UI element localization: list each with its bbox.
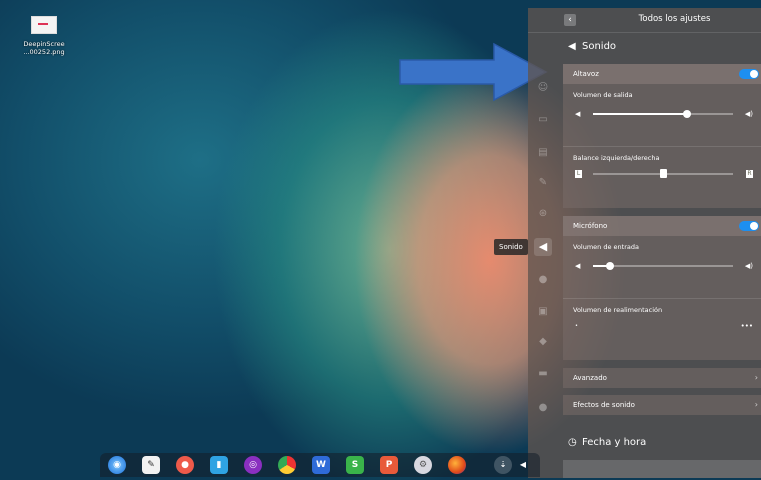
- datetime-card: [563, 460, 761, 478]
- mic-low-icon: ◀: [575, 262, 581, 270]
- sound-icon[interactable]: ◀: [534, 238, 552, 256]
- output-volume-knob[interactable]: [682, 110, 691, 118]
- dock: ◉ ✎ ● ▮ ◎ W S P ⚙ ⇣ ◀: [100, 453, 540, 477]
- wps-spreadsheet-icon[interactable]: S: [346, 456, 364, 474]
- section-title-sound: ◀ Sonido: [568, 41, 616, 52]
- user-icon[interactable]: ☺: [537, 82, 549, 94]
- launcher-icon[interactable]: ◉: [108, 456, 126, 474]
- output-volume-fill: [593, 113, 687, 115]
- input-volume-label: Volumen de entrada: [573, 243, 639, 251]
- section-title-datetime: ◷ Fecha y hora: [568, 437, 646, 448]
- music-icon[interactable]: ◎: [244, 456, 262, 474]
- balance-knob[interactable]: [660, 169, 667, 178]
- divider: [563, 146, 761, 147]
- panel-header: ‹ Todos los ajustes: [528, 8, 761, 33]
- chevron-right-icon: ›: [754, 400, 758, 409]
- files-icon[interactable]: ▮: [210, 456, 228, 474]
- sound-effects-label: Efectos de sonido: [573, 401, 635, 409]
- advanced-label: Avanzado: [573, 374, 607, 382]
- speaker-label: Altavoz: [573, 70, 599, 78]
- back-button[interactable]: ‹: [564, 14, 576, 26]
- sidebar-tooltip: Sonido: [494, 239, 528, 255]
- screenshot-icon[interactable]: ●: [176, 456, 194, 474]
- speaker-icon: ◀: [568, 41, 576, 52]
- feedback-meter: • •••: [575, 320, 753, 332]
- wps-presentation-icon[interactable]: P: [380, 456, 398, 474]
- input-volume-track: [593, 262, 733, 270]
- microphone-card-header: Micrófono: [563, 216, 761, 236]
- input-volume-slider[interactable]: ◀ ◀): [575, 260, 753, 272]
- personalization-icon[interactable]: ◆: [537, 336, 549, 348]
- balance-track: [593, 169, 733, 178]
- chrome-icon[interactable]: [278, 456, 296, 474]
- wps-writer-icon[interactable]: W: [312, 456, 330, 474]
- calendar-icon[interactable]: ▤: [537, 147, 549, 159]
- feedback-track: [593, 325, 733, 327]
- feedback-dots-icon: •••: [740, 322, 753, 330]
- keyboard-icon[interactable]: ▣: [537, 306, 549, 318]
- mic-high-icon: ◀): [744, 262, 753, 270]
- microphone-label: Micrófono: [573, 222, 608, 230]
- usb-icon[interactable]: ⇣: [494, 456, 512, 474]
- network-icon[interactable]: ⊛: [537, 208, 549, 220]
- speaker-card-header: Altavoz: [563, 64, 761, 84]
- microphone-toggle[interactable]: [739, 221, 759, 231]
- section-title-datetime-text: Fecha y hora: [582, 437, 647, 448]
- desktop-file-label: DeepinScree ...00252.png: [23, 40, 65, 56]
- divider: [563, 298, 761, 299]
- microphone-card: Micrófono Volumen de entrada ◀ ◀) Volume…: [563, 216, 761, 360]
- feedback-volume-label: Volumen de realimentación: [573, 306, 663, 314]
- pointer-arrow-icon: [399, 42, 548, 102]
- sound-effects-link[interactable]: Efectos de sonido ›: [563, 395, 761, 415]
- firefox-icon[interactable]: [448, 456, 466, 474]
- output-volume-label: Volumen de salida: [573, 91, 633, 99]
- palette-icon[interactable]: ✎: [537, 177, 549, 189]
- volume-high-icon: ◀): [744, 110, 753, 118]
- desktop-file-icon[interactable]: DeepinScree ...00252.png: [14, 16, 74, 56]
- image-thumbnail-icon: [31, 16, 57, 34]
- settings-icon[interactable]: ⚙: [414, 456, 432, 474]
- panel-title: Todos los ajustes: [638, 14, 711, 24]
- clock-icon: ◷: [568, 437, 577, 448]
- display-icon[interactable]: ▭: [537, 114, 549, 126]
- volume-low-icon: ◀: [575, 110, 581, 118]
- balance-slider[interactable]: L R: [575, 168, 753, 180]
- section-title-sound-text: Sonido: [582, 41, 617, 52]
- output-volume-slider[interactable]: ◀ ◀): [575, 108, 753, 120]
- balance-right-icon: R: [746, 170, 753, 178]
- globe-icon[interactable]: ●: [537, 274, 549, 286]
- balance-label: Balance izquierda/derecha: [573, 154, 660, 162]
- balance-left-icon: L: [575, 170, 582, 178]
- power-icon[interactable]: ▬: [537, 368, 549, 380]
- chevron-right-icon: ›: [754, 373, 758, 382]
- output-volume-track: [593, 110, 733, 118]
- speaker-toggle[interactable]: [739, 69, 759, 79]
- volume-tray-icon[interactable]: ◀: [514, 456, 532, 474]
- advanced-link[interactable]: Avanzado ›: [563, 368, 761, 388]
- notes-icon[interactable]: ✎: [142, 456, 160, 474]
- feedback-low-dot-icon: •: [575, 323, 578, 329]
- info-icon[interactable]: ●: [537, 402, 549, 414]
- input-volume-knob[interactable]: [605, 262, 614, 270]
- speaker-card: Altavoz Volumen de salida ◀ ◀) Balance i…: [563, 64, 761, 208]
